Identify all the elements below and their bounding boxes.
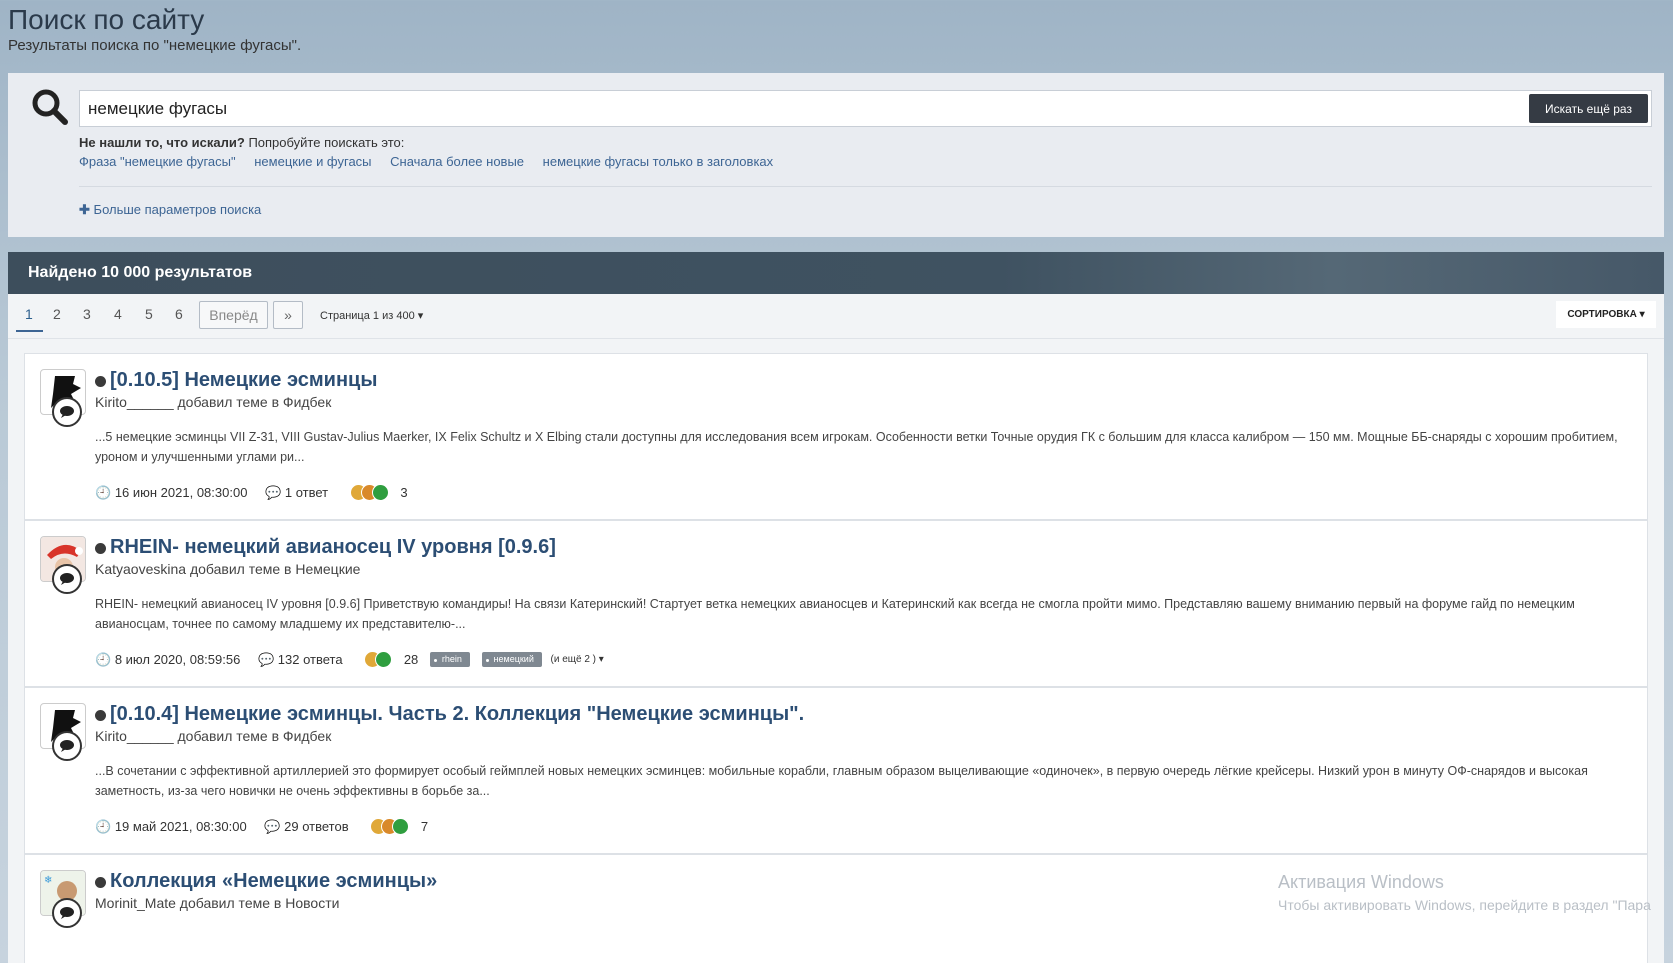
clock-icon: 🕘 [95,484,112,500]
page-link-2[interactable]: 2 [53,306,61,322]
tag-rhein[interactable]: rhein [429,652,470,668]
result-date: 16 июн 2021, 08:30:00 [114,485,248,501]
reaction-count: 28 [403,652,419,668]
result-title-link[interactable]: [0.10.5] Немецкие эсминцы [110,369,377,392]
windows-activation-watermark: Активация Windows Чтобы активировать Win… [1278,872,1651,913]
result-snippet: RHEIN- немецкий авианосец IV уровня [0.9… [95,597,1575,631]
result-meta: 🕘 19 май 2021, 08:30:00 💬 29 ответов 7 [95,818,429,836]
topic-badge [52,898,82,928]
result-meta: 🕘 8 июл 2020, 08:59:56 💬 132 ответа 28 r… [95,651,604,669]
topic-badge [52,564,82,594]
clock-icon: 🕘 [95,818,112,834]
sort-label: СОРТИРОВКА [1567,309,1637,320]
active-page-indicator [16,330,43,332]
comment-icon [60,573,74,585]
search-hint: Не нашли то, что искали? Попробуйте поис… [79,135,404,150]
result-snippet: ...В сочетании с эффективной артиллерией… [95,764,1588,798]
result-title-link[interactable]: Коллекция «Немецкие эсминцы» [110,870,437,893]
page-jump-dropdown[interactable]: Страница 1 из 400 ▾ [320,309,423,322]
pagination-bar: 1 2 3 4 5 6 Вперёд » Страница 1 из 400 ▾… [8,294,1664,339]
result-item: [0.10.4] Немецкие эсминцы. Часть 2. Колл… [24,687,1648,854]
result-replies[interactable]: 1 ответ [285,485,328,500]
comment-icon: 💬 [265,484,282,500]
results-count-header: Найдено 10 000 результатов [8,252,1664,294]
search-input[interactable] [88,91,1488,126]
plus-icon: ✚ [79,202,90,217]
reaction-icon [375,651,393,669]
reaction-count: 7 [420,819,429,835]
comment-icon: 💬 [257,651,275,667]
result-author-line: Katyaoveskina добавил теме в Немецкие [95,561,361,577]
caret-down-icon: ▾ [1639,309,1645,320]
clock-icon: 🕘 [95,651,112,667]
comment-icon: 💬 [264,818,281,834]
next-page-button[interactable]: Вперёд [199,301,268,329]
reactions[interactable] [370,818,410,836]
suggestion-link[interactable]: Фраза "немецкие фугасы" [79,154,236,169]
result-date: 8 июл 2020, 08:59:56 [114,652,241,668]
tag-nemetsky[interactable]: немецкий [481,652,542,668]
caret-down-icon: ▾ [598,653,604,665]
search-again-button[interactable]: Искать ещё раз [1529,94,1648,123]
result-snippet: ...5 немецкие эсминцы VII Z-31, VIII Gus… [95,430,1618,464]
result-replies[interactable]: 132 ответа [278,652,343,667]
sort-button[interactable]: СОРТИРОВКА ▾ [1556,301,1656,328]
topic-badge [52,397,82,427]
comment-icon [60,406,74,418]
result-meta: 🕘 16 июн 2021, 08:30:00 💬 1 ответ 3 [95,484,408,502]
page-subtitle: Результаты поиска по "немецкие фугасы". [8,37,302,54]
more-search-params-link[interactable]: ✚ Больше параметров поиска [79,202,261,218]
svg-text:❄: ❄ [44,875,52,886]
reactions[interactable] [349,484,389,502]
result-author-line: Kirito______ добавил теме в Фидбек [95,394,332,410]
page-of-label: Страница 1 из 400 [320,310,415,322]
divider [79,186,1652,187]
result-replies[interactable]: 29 ответов [284,819,348,834]
comment-icon [60,740,74,752]
page-link-3[interactable]: 3 [83,306,91,322]
reaction-icon [392,818,410,836]
topic-badge [52,731,82,761]
search-suggestions: Фраза "немецкие фугасы" немецкие и фугас… [79,154,788,169]
result-item: [0.10.5] Немецкие эсминцы Kirito______ д… [24,353,1648,520]
suggestion-link[interactable]: немецкие фугасы только в заголовках [543,154,773,169]
search-hint-rest: Попробуйте поискать это: [244,135,405,150]
search-field: Искать ещё раз [79,90,1652,127]
page-link-4[interactable]: 4 [114,306,122,322]
result-item: RHEIN- немецкий авианосец IV уровня [0.9… [24,520,1648,687]
more-tags-label: (и ещё 2 ) [550,653,597,665]
reactions[interactable] [364,651,393,669]
search-panel: Искать ещё раз Не нашли то, что искали? … [8,73,1664,237]
result-author-line: Morinit_Mate добавил теме в Новости [95,895,340,911]
result-author-line: Kirito______ добавил теме в Фидбек [95,728,332,744]
page-title: Поиск по сайту [8,4,205,35]
more-search-params-label: Больше параметров поиска [93,202,262,217]
search-icon [32,89,68,125]
caret-down-icon: ▾ [417,310,424,322]
unread-dot [95,376,106,387]
unread-dot [95,710,106,721]
page-link-1[interactable]: 1 [25,306,33,322]
page-header: Поиск по сайту Результаты поиска по "нем… [8,4,301,54]
more-tags-dropdown[interactable]: (и ещё 2 ) ▾ [551,654,604,665]
unread-dot [95,543,106,554]
result-title-link[interactable]: [0.10.4] Немецкие эсминцы. Часть 2. Колл… [110,703,804,726]
suggestion-link[interactable]: немецкие и фугасы [254,154,371,169]
reaction-icon [371,484,389,502]
unread-dot [95,877,106,888]
result-title-link[interactable]: RHEIN- немецкий авианосец IV уровня [0.9… [110,536,556,559]
reaction-count: 3 [400,485,408,501]
page-link-6[interactable]: 6 [175,306,183,322]
page-link-5[interactable]: 5 [145,306,153,322]
result-date: 19 май 2021, 08:30:00 [114,819,247,835]
results-list: [0.10.5] Немецкие эсминцы Kirito______ д… [8,339,1664,963]
search-hint-bold: Не нашли то, что искали? [79,135,245,150]
last-page-button[interactable]: » [273,301,303,329]
watermark-subtitle: Чтобы активировать Windows, перейдите в … [1278,897,1651,913]
watermark-title: Активация Windows [1278,872,1444,892]
comment-icon [60,907,74,919]
suggestion-link[interactable]: Сначала более новые [390,154,524,169]
